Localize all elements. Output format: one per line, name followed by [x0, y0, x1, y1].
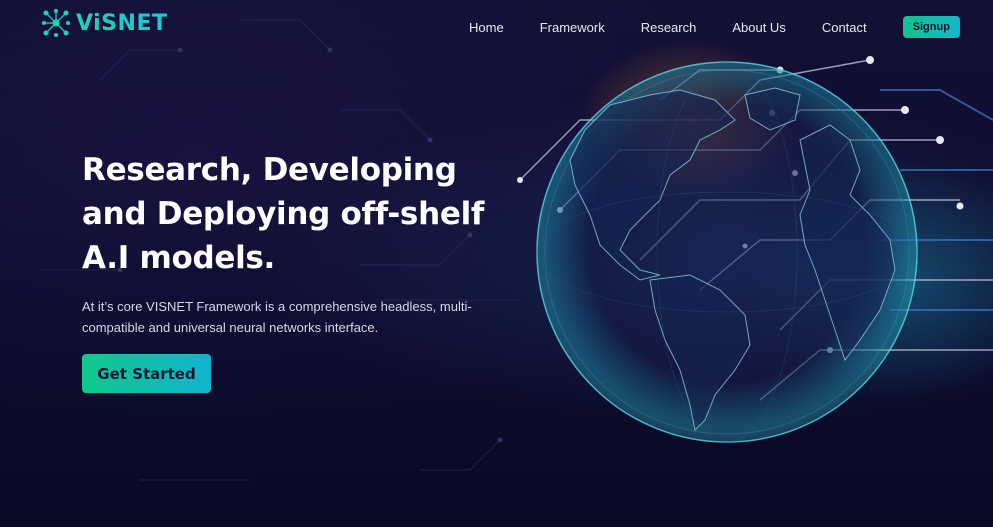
hero-subtitle: At it’s core VISNET Framework is a compr…	[82, 299, 472, 335]
nav-link-research[interactable]: Research	[641, 20, 697, 35]
nav-link-contact[interactable]: Contact	[822, 20, 867, 35]
nav-link-framework[interactable]: Framework	[540, 20, 605, 35]
brand-logo[interactable]: ViSNET	[40, 7, 167, 39]
signup-button[interactable]: Signup	[902, 16, 960, 38]
hero-title-line-3: A.I models.	[82, 240, 276, 276]
network-nodes-icon	[42, 9, 70, 37]
top-navigation: Home Framework Research About Us Contact…	[469, 16, 960, 38]
get-started-button[interactable]: Get Started	[82, 354, 211, 393]
hero-title-line-1: Research, Developing	[82, 152, 457, 188]
nav-link-home[interactable]: Home	[469, 20, 504, 35]
landing-page: ViSNET Home Framework Research About Us …	[0, 0, 993, 527]
brand-name: ViSNET	[76, 10, 168, 36]
hero-title-line-2: and Deploying off-shelf	[82, 196, 485, 232]
nav-link-about-us[interactable]: About Us	[732, 20, 785, 35]
hero-title: Research, Developing and Deploying off-s…	[82, 148, 502, 280]
